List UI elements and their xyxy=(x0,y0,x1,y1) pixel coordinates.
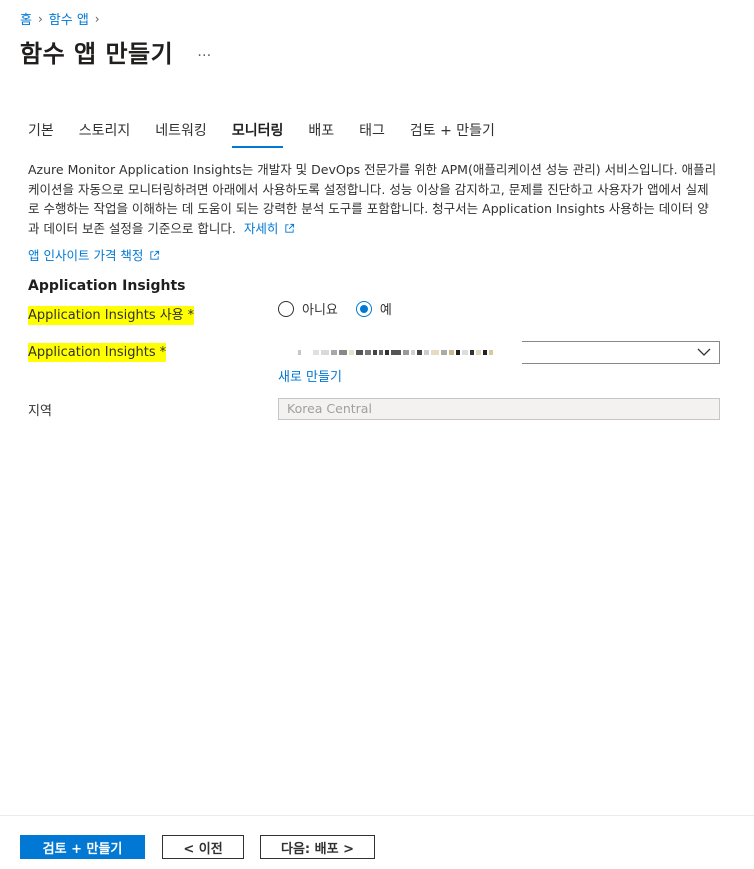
external-link-icon xyxy=(285,223,295,233)
tab-storage[interactable]: 스토리지 xyxy=(79,120,131,148)
enable-label-text: Application Insights 사용 xyxy=(28,308,184,323)
create-new-link[interactable]: 새로 만들기 xyxy=(278,366,342,385)
app-insights-pricing-link[interactable]: 앱 인사이트 가격 책정 xyxy=(28,245,160,264)
highlight-mark: Application Insights 사용 * xyxy=(28,306,195,325)
learn-more-label: 자세히 xyxy=(243,220,279,236)
footer-divider xyxy=(0,815,754,816)
highlight-mark: Application Insights * xyxy=(28,343,167,362)
app-insights-resource-label: Application Insights * xyxy=(28,343,167,362)
monitoring-description: Azure Monitor Application Insights는 개발자 … xyxy=(28,160,718,238)
redacted-resource-name xyxy=(296,341,526,364)
region-field: Korea Central xyxy=(278,398,720,420)
enable-app-insights-label: Application Insights 사용 * xyxy=(28,304,195,325)
radio-label-yes: 예 xyxy=(379,303,392,318)
enable-app-insights-radio-group: 아니요 예 xyxy=(278,299,410,318)
section-heading: Application Insights xyxy=(28,278,186,294)
required-asterisk: * xyxy=(187,308,195,323)
breadcrumb: 홈 › 함수 앱 › xyxy=(20,9,100,29)
description-text: Azure Monitor Application Insights는 개발자 … xyxy=(28,162,717,236)
tab-tags[interactable]: 태그 xyxy=(359,120,385,148)
radio-option-no[interactable]: 아니요 xyxy=(278,299,338,318)
tab-monitoring[interactable]: 모니터링 xyxy=(231,120,284,148)
required-asterisk: * xyxy=(159,345,167,360)
page-title: 함수 앱 만들기 xyxy=(20,40,174,68)
app-insights-resource-select[interactable] xyxy=(296,341,720,364)
tab-basics[interactable]: 기본 xyxy=(28,120,54,148)
region-label: 지역 xyxy=(28,404,52,419)
tab-bar: 기본 스토리지 네트워킹 모니터링 배포 태그 검토 + 만들기 xyxy=(28,120,495,148)
radio-label-no: 아니요 xyxy=(302,303,338,318)
breadcrumb-home-link[interactable]: 홈 xyxy=(20,9,32,28)
learn-more-link[interactable]: 자세히 xyxy=(244,221,296,236)
more-options-button[interactable]: … xyxy=(197,44,212,60)
create-function-app-page: 홈 › 함수 앱 › 함수 앱 만들기 … 기본 스토리지 네트워킹 모니터링 … xyxy=(0,0,754,869)
resource-select-box[interactable] xyxy=(522,341,720,364)
chevron-down-icon xyxy=(697,348,711,356)
resource-label-text: Application Insights xyxy=(28,345,156,360)
previous-button[interactable]: < 이전 xyxy=(162,835,244,859)
external-link-icon xyxy=(150,250,160,260)
tab-deployment[interactable]: 배포 xyxy=(308,120,334,148)
pricing-link-label: 앱 인사이트 가격 책정 xyxy=(28,248,144,263)
chevron-right-icon: › xyxy=(37,11,43,26)
radio-option-yes[interactable]: 예 xyxy=(355,299,392,318)
tab-review-create[interactable]: 검토 + 만들기 xyxy=(410,120,495,148)
review-create-button[interactable]: 검토 + 만들기 xyxy=(20,835,145,859)
title-row: 함수 앱 만들기 … xyxy=(20,34,212,69)
next-button[interactable]: 다음: 배포 > xyxy=(260,835,375,859)
tab-networking[interactable]: 네트워킹 xyxy=(155,120,207,148)
chevron-right-icon: › xyxy=(94,11,100,26)
radio-button-yes[interactable] xyxy=(355,300,372,317)
radio-button-no[interactable] xyxy=(278,300,294,317)
breadcrumb-function-app-link[interactable]: 함수 앱 xyxy=(49,9,89,28)
